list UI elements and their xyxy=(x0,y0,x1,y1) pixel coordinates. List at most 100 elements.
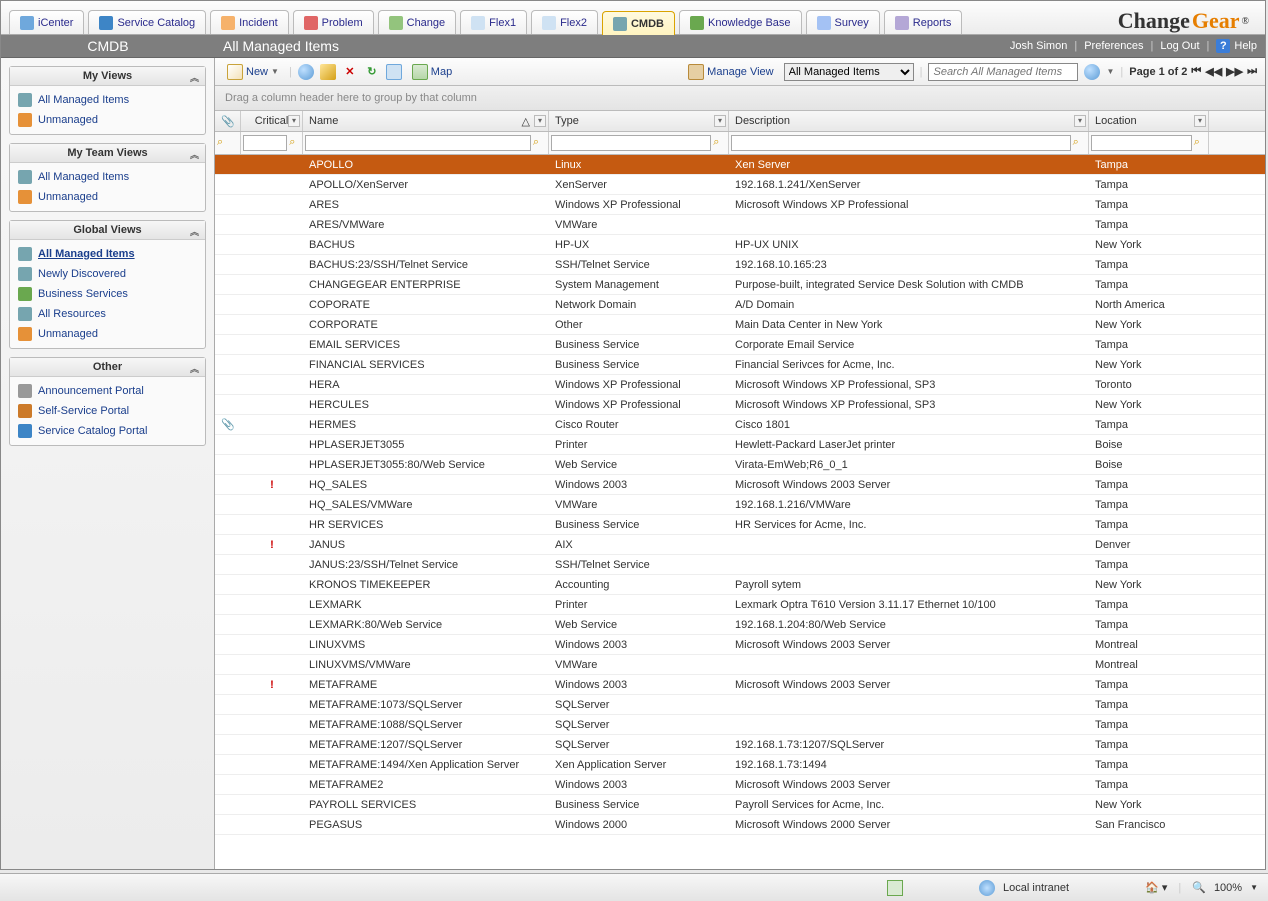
table-row[interactable]: PEGASUSWindows 2000Microsoft Windows 200… xyxy=(215,815,1265,835)
tab-survey[interactable]: Survey xyxy=(806,10,880,34)
tab-flex1[interactable]: Flex1 xyxy=(460,10,527,34)
nav-service-catalog-portal[interactable]: Service Catalog Portal xyxy=(16,421,199,441)
table-row[interactable]: METAFRAME:1494/Xen Application ServerXen… xyxy=(215,755,1265,775)
tab-incident[interactable]: Incident xyxy=(210,10,289,34)
filter-type[interactable] xyxy=(551,135,711,151)
nav-all-managed-items[interactable]: All Managed Items xyxy=(16,90,199,110)
data-grid[interactable]: APOLLOLinuxXen ServerTampaAPOLLO/XenServ… xyxy=(215,155,1265,869)
table-row[interactable]: APOLLO/XenServerXenServer192.168.1.241/X… xyxy=(215,175,1265,195)
tab-service-catalog[interactable]: Service Catalog xyxy=(88,10,206,34)
table-row[interactable]: CORPORATEOtherMain Data Center in New Yo… xyxy=(215,315,1265,335)
help-link[interactable]: Help xyxy=(1234,40,1257,52)
view-select[interactable]: All Managed Items xyxy=(784,63,914,81)
filter-icon[interactable]: ⌕ xyxy=(713,136,726,150)
col-name[interactable]: Name△▾ xyxy=(303,111,549,131)
first-page-button[interactable]: ⏮ xyxy=(1191,65,1201,78)
col-attachment[interactable]: 📎 xyxy=(215,111,241,131)
table-row[interactable]: LINUXVMS/VMWareVMWareMontreal xyxy=(215,655,1265,675)
nav-unmanaged[interactable]: Unmanaged xyxy=(16,110,199,130)
table-row[interactable]: HERAWindows XP ProfessionalMicrosoft Win… xyxy=(215,375,1265,395)
panel-header[interactable]: Other︽ xyxy=(10,358,205,377)
table-row[interactable]: FINANCIAL SERVICESBusiness ServiceFinanc… xyxy=(215,355,1265,375)
table-row[interactable]: METAFRAME:1088/SQLServerSQLServerTampa xyxy=(215,715,1265,735)
table-row[interactable]: LINUXVMSWindows 2003Microsoft Windows 20… xyxy=(215,635,1265,655)
search-input[interactable] xyxy=(928,63,1078,81)
table-row[interactable]: HPLASERJET3055:80/Web ServiceWeb Service… xyxy=(215,455,1265,475)
table-row[interactable]: KRONOS TIMEKEEPERAccountingPayroll sytem… xyxy=(215,575,1265,595)
table-row[interactable]: HPLASERJET3055PrinterHewlett-Packard Las… xyxy=(215,435,1265,455)
collapse-icon[interactable]: ︽ xyxy=(190,225,199,238)
popup-blocked-icon[interactable] xyxy=(887,880,903,896)
panel-header[interactable]: My Views︽ xyxy=(10,67,205,86)
nav-all-managed-items[interactable]: All Managed Items xyxy=(16,244,199,264)
user-link[interactable]: Josh Simon xyxy=(1010,40,1067,52)
help-icon[interactable]: ? xyxy=(1216,39,1230,53)
search-go-icon[interactable] xyxy=(1084,64,1100,80)
next-page-button[interactable]: ▶▶ xyxy=(1226,65,1243,78)
filter-icon[interactable]: ⌕ xyxy=(217,136,231,150)
col-type[interactable]: Type▾ xyxy=(549,111,729,131)
refresh-icon[interactable]: ↻ xyxy=(364,64,380,80)
col-description[interactable]: Description▾ xyxy=(729,111,1089,131)
col-location[interactable]: Location▾ xyxy=(1089,111,1209,131)
table-row[interactable]: !HQ_SALESWindows 2003Microsoft Windows 2… xyxy=(215,475,1265,495)
nav-announcement-portal[interactable]: Announcement Portal xyxy=(16,381,199,401)
tab-knowledge-base[interactable]: Knowledge Base xyxy=(679,10,802,34)
table-row[interactable]: COPORATENetwork DomainA/D DomainNorth Am… xyxy=(215,295,1265,315)
new-button[interactable]: New▼ xyxy=(223,62,283,82)
nav-unmanaged[interactable]: Unmanaged xyxy=(16,324,199,344)
table-row[interactable]: HERCULESWindows XP ProfessionalMicrosoft… xyxy=(215,395,1265,415)
manage-view-button[interactable]: Manage View xyxy=(684,62,777,82)
prev-page-button[interactable]: ◀◀ xyxy=(1205,65,1222,78)
edit-icon[interactable] xyxy=(320,64,336,80)
collapse-icon[interactable]: ︽ xyxy=(190,362,199,375)
preferences-link[interactable]: Preferences xyxy=(1084,40,1143,52)
table-row[interactable]: !JANUSAIXDenver xyxy=(215,535,1265,555)
table-row[interactable]: !METAFRAMEWindows 2003Microsoft Windows … xyxy=(215,675,1265,695)
search-icon[interactable] xyxy=(298,64,314,80)
filter-icon[interactable]: ⌕ xyxy=(1073,136,1086,150)
filter-name[interactable] xyxy=(305,135,531,151)
table-row[interactable]: JANUS:23/SSH/Telnet ServiceSSH/Telnet Se… xyxy=(215,555,1265,575)
map-button[interactable]: Map xyxy=(408,62,456,82)
table-row[interactable]: METAFRAME:1207/SQLServerSQLServer192.168… xyxy=(215,735,1265,755)
tab-reports[interactable]: Reports xyxy=(884,10,963,34)
nav-business-services[interactable]: Business Services xyxy=(16,284,199,304)
nav-all-resources[interactable]: All Resources xyxy=(16,304,199,324)
zoom-icon[interactable]: 🔍 xyxy=(1192,881,1206,894)
table-row[interactable]: HQ_SALES/VMWareVMWare192.168.1.216/VMWar… xyxy=(215,495,1265,515)
table-row[interactable]: ARES/VMWareVMWareTampa xyxy=(215,215,1265,235)
table-row[interactable]: LEXMARKPrinterLexmark Optra T610 Version… xyxy=(215,595,1265,615)
group-by-bar[interactable]: Drag a column header here to group by th… xyxy=(215,86,1265,111)
filter-icon[interactable]: ⌕ xyxy=(289,136,300,150)
table-row[interactable]: HR SERVICESBusiness ServiceHR Services f… xyxy=(215,515,1265,535)
table-row[interactable]: CHANGEGEAR ENTERPRISESystem ManagementPu… xyxy=(215,275,1265,295)
table-row[interactable]: EMAIL SERVICESBusiness ServiceCorporate … xyxy=(215,335,1265,355)
panel-header[interactable]: My Team Views︽ xyxy=(10,144,205,163)
filter-critical[interactable] xyxy=(243,135,287,151)
export-icon[interactable] xyxy=(386,64,402,80)
table-row[interactable]: ARESWindows XP ProfessionalMicrosoft Win… xyxy=(215,195,1265,215)
nav-newly-discovered[interactable]: Newly Discovered xyxy=(16,264,199,284)
nav-all-managed-items[interactable]: All Managed Items xyxy=(16,167,199,187)
tab-icenter[interactable]: iCenter xyxy=(9,10,84,34)
table-row[interactable]: BACHUS:23/SSH/Telnet ServiceSSH/Telnet S… xyxy=(215,255,1265,275)
protected-mode-icon[interactable]: 🏠 ▾ xyxy=(1145,881,1167,894)
zoom-level[interactable]: 100% xyxy=(1214,882,1242,894)
logout-link[interactable]: Log Out xyxy=(1160,40,1199,52)
delete-icon[interactable]: ✕ xyxy=(342,64,358,80)
table-row[interactable]: LEXMARK:80/Web ServiceWeb Service192.168… xyxy=(215,615,1265,635)
table-row[interactable]: BACHUSHP-UXHP-UX UNIXNew York xyxy=(215,235,1265,255)
tab-problem[interactable]: Problem xyxy=(293,10,374,34)
table-row[interactable]: PAYROLL SERVICESBusiness ServicePayroll … xyxy=(215,795,1265,815)
last-page-button[interactable]: ⏭ xyxy=(1247,65,1257,78)
collapse-icon[interactable]: ︽ xyxy=(190,148,199,161)
tab-change[interactable]: Change xyxy=(378,10,457,34)
filter-location[interactable] xyxy=(1091,135,1192,151)
tab-flex2[interactable]: Flex2 xyxy=(531,10,598,34)
table-row[interactable]: APOLLOLinuxXen ServerTampa xyxy=(215,155,1265,175)
table-row[interactable]: 📎HERMESCisco RouterCisco 1801Tampa xyxy=(215,415,1265,435)
nav-unmanaged[interactable]: Unmanaged xyxy=(16,187,199,207)
collapse-icon[interactable]: ︽ xyxy=(190,71,199,84)
table-row[interactable]: METAFRAME2Windows 2003Microsoft Windows … xyxy=(215,775,1265,795)
